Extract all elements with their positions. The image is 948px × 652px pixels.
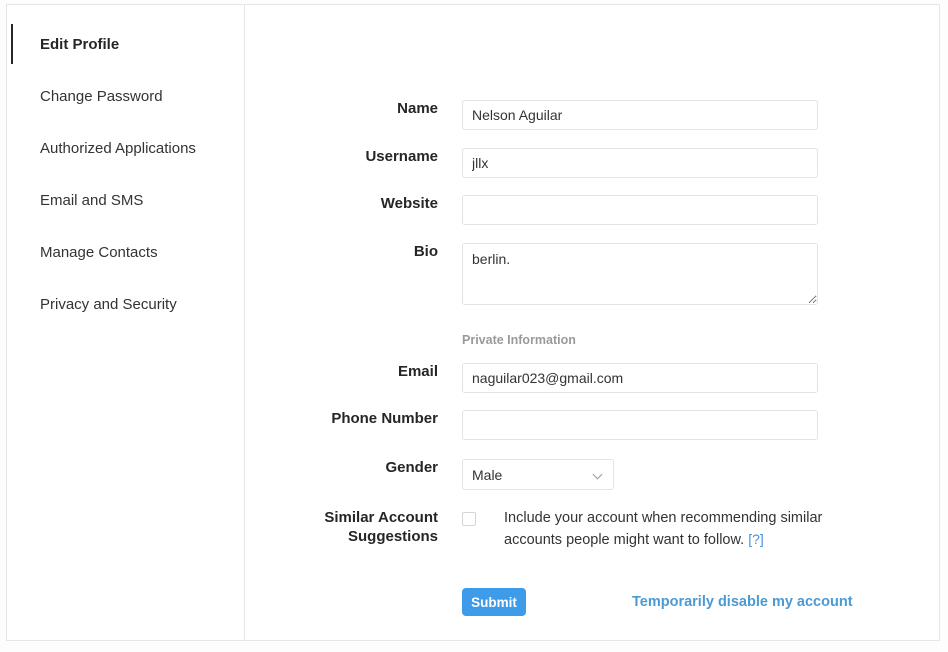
sidebar-item-authorized-applications[interactable]: Authorized Applications xyxy=(7,122,244,174)
phone-number-input[interactable] xyxy=(462,410,818,440)
actions-wrap: Submit Temporarily disable my account xyxy=(462,588,853,616)
form-row-private-information: Private Information xyxy=(245,331,576,349)
form-row-actions: Submit Temporarily disable my account xyxy=(245,588,853,616)
settings-page: Edit Profile Change Password Authorized … xyxy=(0,0,948,652)
sidebar-item-label: Email and SMS xyxy=(40,192,143,209)
private-info-wrap: Private Information xyxy=(462,331,576,349)
username-input[interactable] xyxy=(462,148,818,178)
similar-account-help-link[interactable]: [?] xyxy=(748,531,764,547)
phone-field-wrap xyxy=(462,410,818,440)
gender-field-wrap: MaleFemalePrefer Not To SayCustom xyxy=(462,459,614,490)
website-label: Website xyxy=(245,195,462,213)
gender-label: Gender xyxy=(245,459,462,477)
email-field-wrap xyxy=(462,363,818,393)
similar-account-control-wrap: Include your account when recommending s… xyxy=(462,508,864,551)
name-label: Name xyxy=(245,100,462,118)
similar-account-checkbox-row: Include your account when recommending s… xyxy=(462,508,864,551)
username-field-wrap xyxy=(462,148,818,178)
bio-textarea[interactable]: berlin. xyxy=(462,243,818,305)
settings-sidebar: Edit Profile Change Password Authorized … xyxy=(7,5,245,640)
bio-field-wrap: berlin. xyxy=(462,243,818,310)
sidebar-item-label: Edit Profile xyxy=(40,36,119,53)
form-row-bio: Bio berlin. xyxy=(245,243,818,310)
form-row-website: Website xyxy=(245,195,818,225)
similar-account-description-wrap: Include your account when recommending s… xyxy=(504,508,864,551)
sidebar-item-edit-profile[interactable]: Edit Profile xyxy=(7,18,244,70)
form-row-name: Name xyxy=(245,100,818,130)
website-input[interactable] xyxy=(462,195,818,225)
form-row-gender: Gender MaleFemalePrefer Not To SayCustom xyxy=(245,459,614,490)
private-information-heading: Private Information xyxy=(462,333,576,347)
gender-select[interactable]: MaleFemalePrefer Not To SayCustom xyxy=(462,459,614,490)
name-field-wrap xyxy=(462,100,818,130)
similar-account-description: Include your account when recommending s… xyxy=(504,510,822,548)
similar-label-line1: Similar Account xyxy=(245,508,438,527)
sidebar-item-change-password[interactable]: Change Password xyxy=(7,70,244,122)
similar-account-checkbox[interactable] xyxy=(462,512,476,526)
edit-profile-form: Name Username Website B xyxy=(245,5,939,640)
active-indicator-bar xyxy=(11,24,13,64)
settings-card: Edit Profile Change Password Authorized … xyxy=(6,4,940,641)
gender-select-wrap: MaleFemalePrefer Not To SayCustom xyxy=(462,459,614,490)
username-label: Username xyxy=(245,148,462,166)
bio-label: Bio xyxy=(245,243,462,261)
sidebar-item-label: Manage Contacts xyxy=(40,244,158,261)
email-label: Email xyxy=(245,363,462,381)
phone-number-label: Phone Number xyxy=(245,410,462,428)
sidebar-item-privacy-and-security[interactable]: Privacy and Security xyxy=(7,278,244,330)
submit-button[interactable]: Submit xyxy=(462,588,526,616)
form-row-similar-account-suggestions: Similar Account Suggestions Include your… xyxy=(245,508,864,551)
sidebar-item-label: Authorized Applications xyxy=(40,140,196,157)
form-row-username: Username xyxy=(245,148,818,178)
name-input[interactable] xyxy=(462,100,818,130)
sidebar-item-label: Change Password xyxy=(40,88,163,105)
form-row-phone-number: Phone Number xyxy=(245,410,818,440)
similar-account-suggestions-label: Similar Account Suggestions xyxy=(245,508,462,546)
website-field-wrap xyxy=(462,195,818,225)
sidebar-item-email-and-sms[interactable]: Email and SMS xyxy=(7,174,244,226)
form-row-email: Email xyxy=(245,363,818,393)
sidebar-item-manage-contacts[interactable]: Manage Contacts xyxy=(7,226,244,278)
similar-label-line2: Suggestions xyxy=(245,527,438,546)
temporarily-disable-account-link[interactable]: Temporarily disable my account xyxy=(632,594,853,610)
sidebar-item-label: Privacy and Security xyxy=(40,296,177,313)
email-input[interactable] xyxy=(462,363,818,393)
